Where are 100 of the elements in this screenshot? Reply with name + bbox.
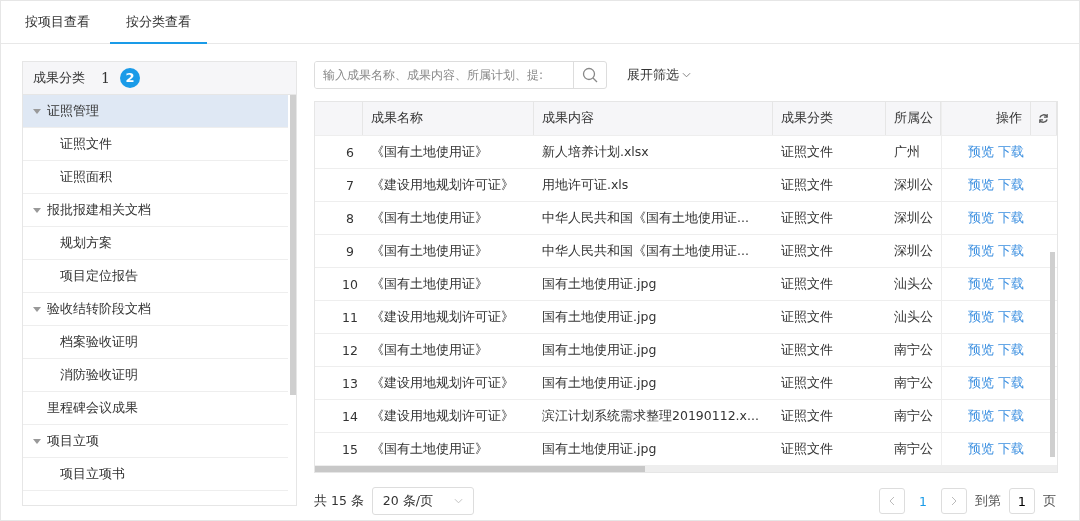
table-cell-text: 国有土地使用证.jpg [541, 275, 658, 293]
column-header: 成果名称 [363, 102, 534, 135]
table-cell-text: 《国有土地使用证》 [370, 143, 489, 161]
table-cell-text: 国有土地使用证.jpg [541, 341, 658, 359]
action-link[interactable]: 预览 [968, 275, 994, 293]
goto-label: 到第 [975, 492, 1001, 510]
table-cell-text: 证照文件 [780, 440, 834, 458]
table-cell-text: 中华人民共和国《国有土地使用证... [541, 242, 750, 260]
action-link[interactable]: 预览 [968, 176, 994, 194]
tree-item[interactable]: 验收结转阶段文档 [23, 293, 288, 326]
search-field[interactable]: 输入成果名称、成果内容、所属计划、提: [314, 61, 607, 89]
table-cell-text: 深圳公 [893, 242, 934, 260]
table-cell-text: 国有土地使用证.jpg [541, 440, 658, 458]
table-cell-text: 《建设用地规划许可证》 [370, 407, 515, 425]
action-link[interactable]: 下载 [998, 275, 1024, 293]
table-cell-text: 新人培养计划.xlsx [541, 143, 650, 161]
tree-item[interactable]: 消防验收证明 [23, 359, 288, 392]
table-cell-text: 广州 [893, 143, 921, 161]
action-link[interactable]: 下载 [998, 407, 1024, 425]
scrollbar[interactable] [315, 466, 645, 472]
table-cell-text: 深圳公 [893, 209, 934, 227]
search-icon[interactable] [582, 67, 598, 83]
caret-icon[interactable] [33, 207, 41, 213]
action-link[interactable]: 下载 [998, 209, 1024, 227]
action-link[interactable]: 预览 [968, 341, 994, 359]
table-cell-text: 汕头公 [893, 275, 934, 293]
action-link[interactable]: 预览 [968, 440, 994, 458]
table-cell-text: 国有土地使用证.jpg [541, 374, 658, 392]
table-cell-text: 6 [345, 144, 355, 160]
tree-item[interactable]: 证照文件 [23, 128, 288, 161]
table-cell-text: 用地许可证.xls [541, 176, 630, 194]
action-link[interactable]: 预览 [968, 242, 994, 260]
table-cell-text: 7 [345, 177, 355, 193]
tab[interactable]: 按项目查看 [21, 1, 94, 44]
page-number[interactable]: 1 [913, 493, 933, 509]
page-suffix: 页 [1043, 492, 1056, 510]
action-link[interactable]: 预览 [968, 209, 994, 227]
action-link[interactable]: 下载 [998, 308, 1024, 326]
page-input[interactable]: 1 [1009, 488, 1035, 514]
table-cell-text: 证照文件 [780, 308, 834, 326]
table-cell-text: 南宁公 [893, 440, 934, 458]
filter-toggle[interactable]: 展开筛选 [627, 66, 691, 84]
chevron-right-icon [951, 496, 957, 506]
table-cell-text: 南宁公 [893, 341, 934, 359]
chevron-icon[interactable] [682, 72, 691, 78]
table-cell-text: 10 [341, 276, 359, 292]
table-cell-text: 证照文件 [780, 341, 834, 359]
action-link[interactable]: 下载 [998, 176, 1024, 194]
tree-item[interactable]: 证照面积 [23, 161, 288, 194]
action-link[interactable]: 预览 [968, 374, 994, 392]
table-cell-text: 滨江计划系统需求整理20190112.x... [541, 407, 760, 425]
previous-page-button[interactable] [879, 488, 906, 514]
refresh-icon[interactable] [1038, 113, 1049, 124]
action-link[interactable]: 下载 [998, 242, 1024, 260]
table-cell-text: 证照文件 [780, 209, 834, 227]
tree-item[interactable]: 项目立项书 [23, 458, 288, 491]
action-link[interactable]: 下载 [998, 143, 1024, 161]
table-cell-text: 《国有土地使用证》 [370, 242, 489, 260]
column-header: 成果内容 [534, 102, 773, 135]
action-link[interactable]: 下载 [998, 440, 1024, 458]
table-cell-text: 《国有土地使用证》 [370, 275, 489, 293]
page-size-select[interactable]: 20 条/页 [371, 487, 474, 515]
table-cell-text: 11 [341, 309, 359, 325]
tree-item[interactable]: 报批报建相关文档 [23, 194, 288, 227]
scrollbar[interactable] [290, 95, 296, 395]
table-cell-text: 8 [345, 210, 355, 226]
column-header: 成果分类 [773, 102, 886, 135]
action-link[interactable]: 预览 [968, 143, 994, 161]
action-link[interactable]: 下载 [998, 374, 1024, 392]
table-cell-text: 13 [341, 375, 359, 391]
action-link[interactable]: 预览 [968, 407, 994, 425]
table-cell-text: 15 [341, 441, 359, 457]
table-cell-text: 12 [341, 342, 359, 358]
scrollbar[interactable] [1050, 252, 1055, 457]
chevron-icon [453, 498, 463, 504]
table-cell-text: 《建设用地规划许可证》 [370, 176, 515, 194]
marker-badge: 2 [119, 68, 140, 88]
action-link[interactable]: 预览 [968, 308, 994, 326]
table-cell-text: 证照文件 [780, 407, 834, 425]
next-page-button[interactable] [941, 488, 967, 514]
table-cell-text: 证照文件 [780, 275, 834, 293]
tree-item[interactable]: 规划方案 [23, 227, 288, 260]
tree-title: 成果分类 [33, 69, 85, 87]
action-link[interactable]: 下载 [998, 341, 1024, 359]
table-cell-text: 南宁公 [893, 374, 934, 392]
table-cell-text: 《建设用地规划许可证》 [370, 308, 515, 326]
tree-item[interactable]: 项目立项 [23, 425, 288, 458]
caret-icon[interactable] [33, 108, 41, 114]
table-cell-text: 《国有土地使用证》 [370, 341, 489, 359]
tree-item[interactable]: 档案验收证明 [23, 326, 288, 359]
table-cell-text: 9 [345, 243, 355, 259]
table-cell-text: 证照文件 [780, 143, 834, 161]
tree-item[interactable]: 证照管理 [23, 95, 288, 128]
tab[interactable]: 按分类查看 [110, 1, 207, 44]
caret-icon[interactable] [33, 306, 41, 312]
tree-item[interactable]: 项目定位报告 [23, 260, 288, 293]
table-cell-text: 证照文件 [780, 242, 834, 260]
caret-icon[interactable] [33, 438, 41, 444]
table-cell-text: 深圳公 [893, 176, 934, 194]
tree-item[interactable]: 里程碑会议成果 [23, 392, 288, 425]
